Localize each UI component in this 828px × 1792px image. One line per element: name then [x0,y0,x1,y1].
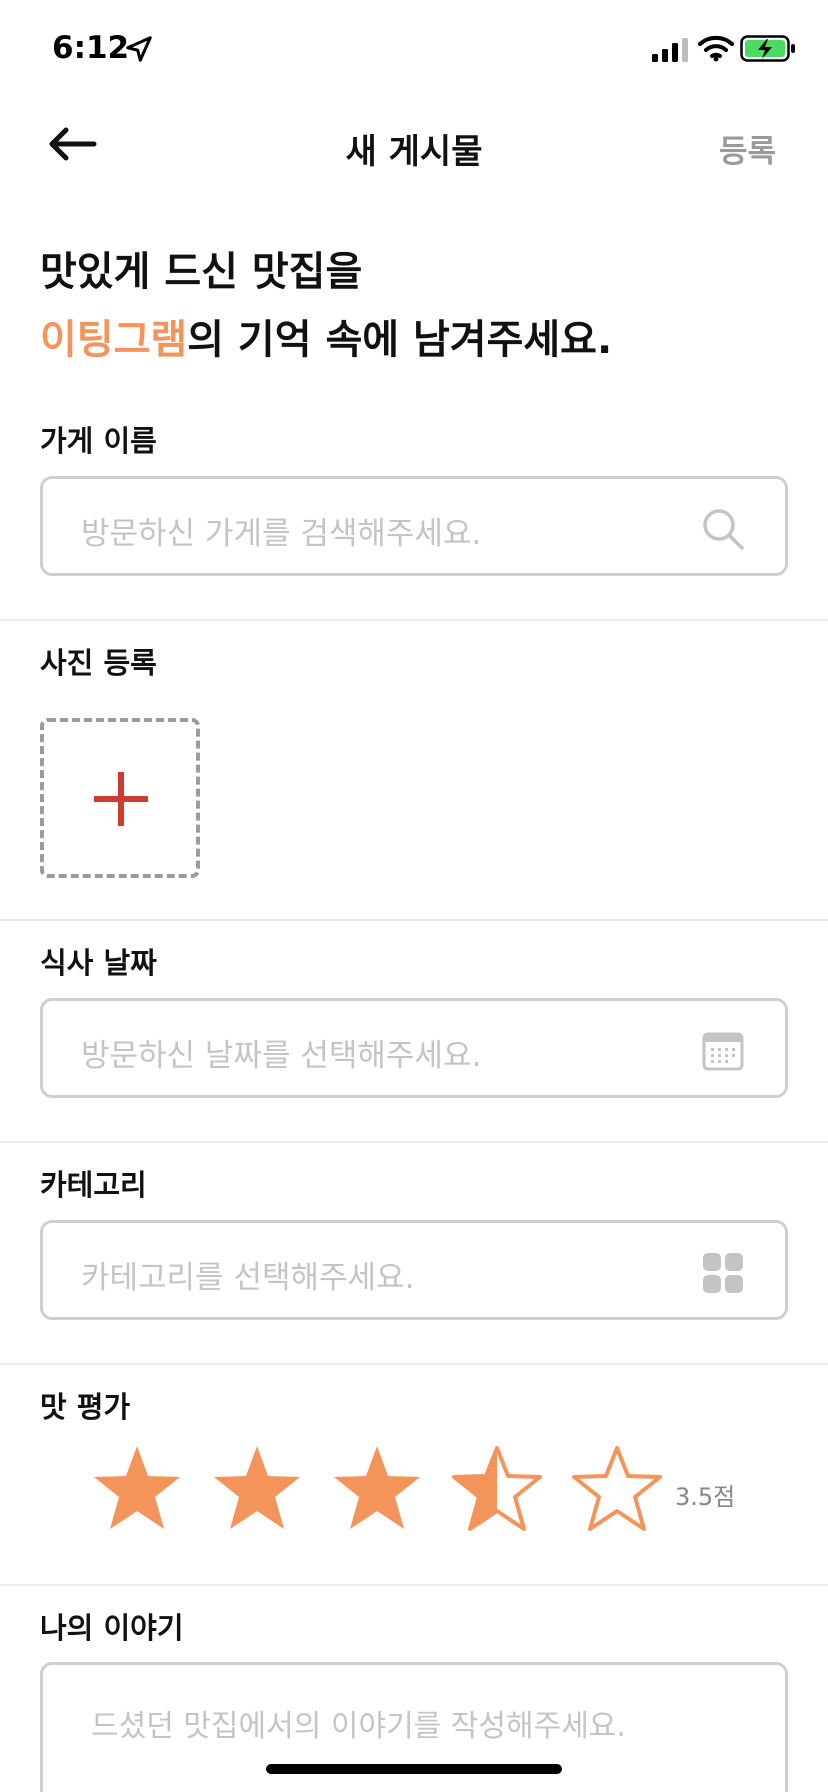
store-search-placeholder: 방문하신 가게를 검색해주세요. [81,516,482,552]
home-indicator[interactable] [266,1764,562,1774]
new-post-screen: 6:12 새 게시물 등록 맛있게 드신 맛집을 이팅그램의 기억 속에 남겨주… [0,0,828,1792]
divider [0,619,828,621]
rating-value: 3.5점 [675,1483,736,1511]
date-label: 식사 날짜 [40,946,157,980]
battery-charging-icon [740,35,795,62]
calendar-icon[interactable] [701,1029,745,1073]
store-name-label: 가게 이름 [40,424,157,458]
page-title: 새 게시물 [345,132,483,172]
headline-line-2: 이팅그램의 기억 속에 남겨주세요. [40,306,612,374]
location-arrow-icon [126,36,152,62]
search-icon[interactable] [701,507,745,551]
category-placeholder: 카테고리를 선택해주세요. [81,1260,415,1296]
wifi-icon [698,35,734,62]
star-icon[interactable] [210,1442,304,1534]
headline-line-1: 맛있게 드신 맛집을 [40,249,363,295]
submit-button[interactable]: 등록 [719,126,776,171]
headline: 맛있게 드신 맛집을 이팅그램의 기억 속에 남겨주세요. [40,238,612,374]
story-placeholder: 드셨던 맛집에서의 이야기를 작성해주세요. [91,1709,626,1744]
divider [0,1363,828,1365]
nav-bar: 새 게시물 등록 [0,110,828,190]
star-outline-icon[interactable] [570,1442,664,1534]
category-label: 카테고리 [40,1168,147,1202]
add-photo-button[interactable] [40,718,200,878]
divider [0,1584,828,1586]
star-icon[interactable] [90,1442,184,1534]
photo-label: 사진 등록 [40,646,157,680]
date-placeholder: 방문하신 날짜를 선택해주세요. [81,1038,482,1074]
star-half-icon[interactable] [450,1442,544,1534]
grid-icon[interactable] [701,1251,745,1295]
headline-line-2-rest: 의 기억 속에 남겨주세요. [187,317,613,363]
divider [0,919,828,921]
plus-icon [94,772,148,826]
store-search-field[interactable]: 방문하신 가게를 검색해주세요. [40,476,788,576]
cellular-signal-icon [652,38,688,62]
status-bar: 6:12 [0,0,828,100]
star-icon[interactable] [330,1442,424,1534]
date-field[interactable]: 방문하신 날짜를 선택해주세요. [40,998,788,1098]
brand-name: 이팅그램 [40,317,188,363]
divider [0,1141,828,1143]
status-time: 6:12 [52,30,130,66]
story-label: 나의 이야기 [40,1611,184,1645]
category-field[interactable]: 카테고리를 선택해주세요. [40,1220,788,1320]
taste-rating-label: 맛 평가 [40,1390,131,1424]
star-rating[interactable] [90,1442,750,1534]
